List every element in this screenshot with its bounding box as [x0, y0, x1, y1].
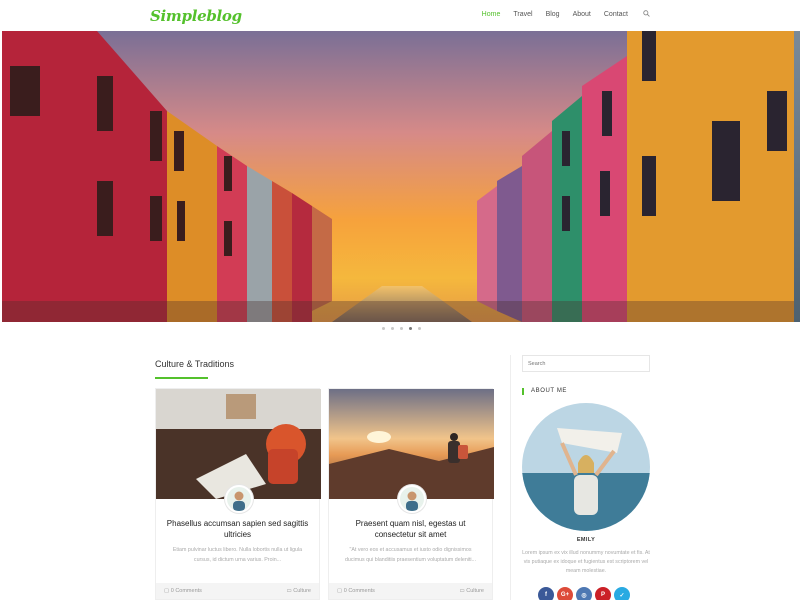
main-nav: Home Travel Blog About Contact	[469, 10, 650, 18]
slider-dots	[382, 327, 421, 330]
post-footer: ▢ 0 Comments ▭ Culture	[329, 583, 492, 599]
google-plus-icon[interactable]: G+	[557, 587, 573, 600]
comments-count: 0 Comments	[343, 588, 375, 594]
site-logo[interactable]: Simpleblog	[150, 7, 242, 25]
search-icon[interactable]	[643, 10, 650, 17]
comments-count: 0 Comments	[170, 588, 202, 594]
nav-blog[interactable]: Blog	[546, 11, 560, 18]
post-title[interactable]: Praesent quam nisl, egestas ut consectet…	[337, 518, 484, 540]
slider-dot[interactable]	[391, 327, 394, 330]
about-photo	[522, 403, 650, 531]
category-label: Culture	[293, 588, 311, 594]
author-name: EMILY	[576, 537, 596, 543]
post-excerpt: Etiam pulvinar luctus libero. Nulla lobo…	[172, 547, 303, 563]
slider-dot[interactable]	[400, 327, 403, 330]
section-title: Culture & Traditions	[155, 359, 235, 369]
comments-link[interactable]: ▢ 0 Comments	[337, 588, 375, 594]
author-avatar[interactable]	[398, 485, 426, 513]
nav-travel[interactable]: Travel	[513, 11, 532, 18]
post-excerpt: "At vero eos et accusamus et iusto odio …	[344, 547, 477, 563]
post-thumbnail[interactable]	[156, 389, 321, 499]
category-link[interactable]: ▭ Culture	[460, 588, 484, 594]
category-link[interactable]: ▭ Culture	[287, 588, 311, 594]
section-underline	[155, 377, 208, 379]
twitter-icon[interactable]: ✓	[614, 587, 630, 600]
author-avatar[interactable]	[225, 485, 253, 513]
nav-contact[interactable]: Contact	[604, 11, 628, 18]
nav-about[interactable]: About	[573, 11, 591, 18]
post-card[interactable]: Praesent quam nisl, egestas ut consectet…	[328, 388, 494, 600]
post-title[interactable]: Phasellus accumsan sapien sed sagittis u…	[164, 518, 311, 540]
comments-link[interactable]: ▢ 0 Comments	[164, 588, 202, 594]
slider-dot[interactable]	[382, 327, 385, 330]
author-bio: Lorem ipsum ex vix illud nonummy novumta…	[522, 550, 650, 574]
pinterest-icon[interactable]: P	[595, 587, 611, 600]
facebook-icon[interactable]: f	[538, 587, 554, 600]
site-header: Simpleblog Home Travel Blog About Contac…	[0, 0, 800, 31]
category-label: Culture	[466, 588, 484, 594]
slider-dot-active[interactable]	[409, 327, 412, 330]
post-footer: ▢ 0 Comments ▭ Culture	[156, 583, 319, 599]
about-heading: ABOUT ME	[522, 388, 567, 395]
nav-home[interactable]: Home	[482, 11, 501, 18]
sidebar-search-input[interactable]	[522, 355, 650, 372]
comment-icon: ▢	[337, 588, 344, 594]
slider-dot[interactable]	[418, 327, 421, 330]
comment-icon: ▢	[164, 588, 171, 594]
post-thumbnail[interactable]	[329, 389, 494, 499]
social-links: f G+ ◎ P ✓	[538, 587, 630, 600]
sidebar-divider	[510, 355, 511, 600]
instagram-icon[interactable]: ◎	[576, 587, 592, 600]
post-card[interactable]: Phasellus accumsan sapien sed sagittis u…	[155, 388, 321, 600]
hero-next-slide-peek	[794, 31, 800, 322]
hero-slide-image[interactable]	[2, 31, 794, 322]
